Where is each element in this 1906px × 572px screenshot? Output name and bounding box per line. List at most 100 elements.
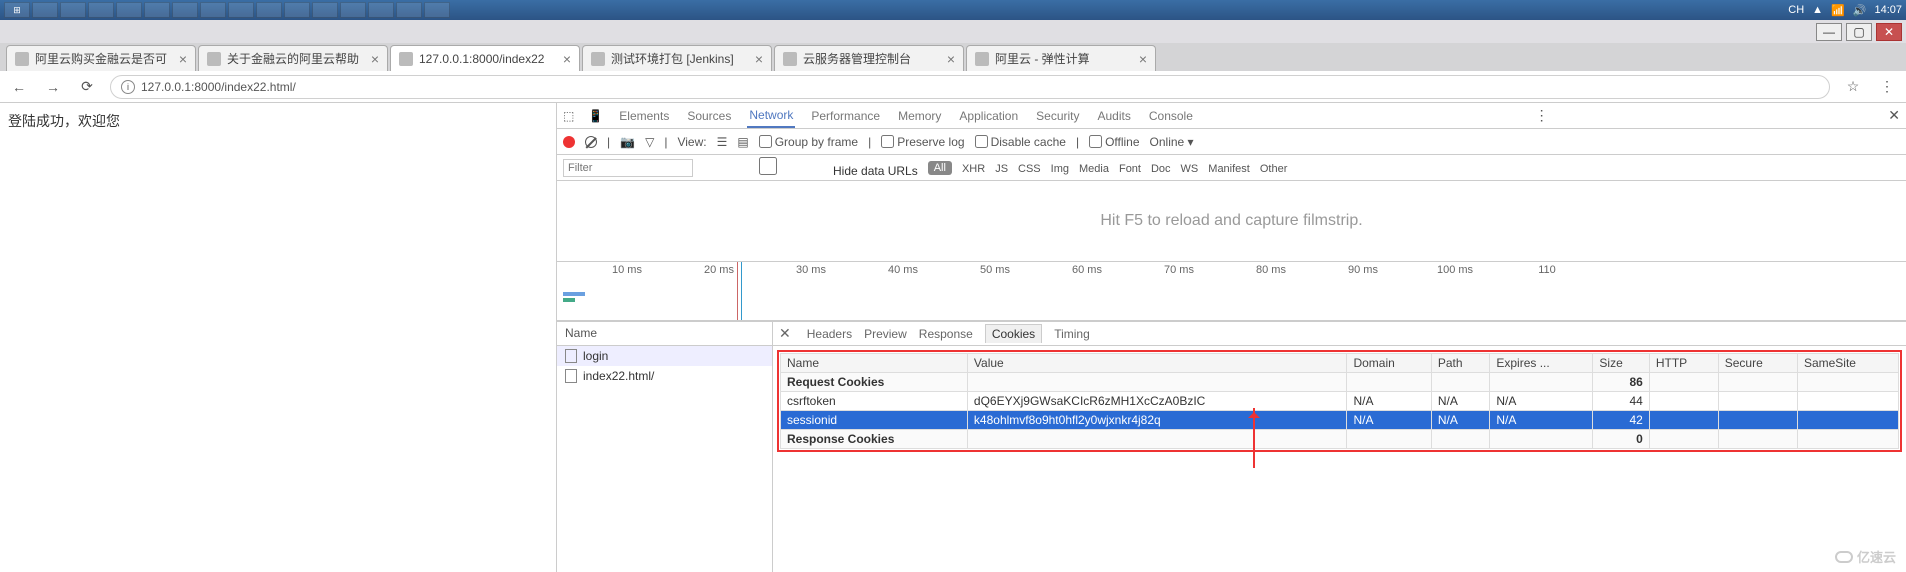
filter-type[interactable]: Manifest — [1208, 163, 1250, 175]
filter-type[interactable]: Img — [1051, 163, 1069, 175]
task-icon[interactable] — [396, 2, 422, 18]
start-button[interactable]: ⊞ — [4, 2, 30, 18]
tab-close-icon[interactable]: × — [1139, 51, 1147, 67]
filter-input[interactable] — [563, 159, 693, 177]
browser-tab[interactable]: 测试环境打包 [Jenkins]× — [582, 45, 772, 71]
close-detail-icon[interactable]: ✕ — [779, 325, 791, 342]
task-icon[interactable] — [172, 2, 198, 18]
tab-headers[interactable]: Headers — [807, 327, 852, 341]
clear-button[interactable] — [585, 136, 597, 148]
record-button[interactable] — [563, 136, 575, 148]
filter-type[interactable]: CSS — [1018, 163, 1041, 175]
devtools-more-icon[interactable]: ⋮ — [1535, 107, 1549, 124]
filter-type[interactable]: Doc — [1151, 163, 1171, 175]
hide-data-urls-checkbox[interactable]: Hide data URLs — [703, 157, 918, 178]
task-icon[interactable] — [116, 2, 142, 18]
task-icon[interactable] — [424, 2, 450, 18]
column-header[interactable]: Name — [781, 354, 968, 373]
filter-type[interactable]: WS — [1181, 163, 1199, 175]
task-icon[interactable] — [256, 2, 282, 18]
task-icon[interactable] — [60, 2, 86, 18]
table-row[interactable]: sessionidk48ohlmvf8o9ht0hfl2y0wjxnkr4j82… — [781, 411, 1899, 430]
site-info-icon[interactable]: i — [121, 80, 135, 94]
task-icon[interactable] — [228, 2, 254, 18]
close-button[interactable]: ✕ — [1876, 23, 1902, 41]
screenshot-icon[interactable]: 📷 — [620, 135, 635, 149]
forward-button[interactable]: → — [42, 76, 64, 98]
tab-network[interactable]: Network — [747, 104, 795, 128]
task-icon[interactable] — [144, 2, 170, 18]
system-tray[interactable]: CH ▲ 📶 🔊 14:07 — [1788, 4, 1902, 17]
bookmark-button[interactable]: ☆ — [1842, 76, 1864, 98]
disable-cache-checkbox[interactable]: Disable cache — [975, 135, 1066, 149]
filter-type[interactable]: JS — [995, 163, 1008, 175]
column-header[interactable]: SameSite — [1797, 354, 1898, 373]
browser-tab[interactable]: 阿里云 - 弹性计算× — [966, 45, 1156, 71]
tray-icon[interactable]: ▲ — [1812, 4, 1823, 16]
tray-icon[interactable]: CH — [1788, 4, 1804, 16]
tray-icon[interactable]: 🔊 — [1853, 4, 1867, 17]
request-item[interactable]: login — [557, 346, 772, 366]
group-by-frame-checkbox[interactable]: Group by frame — [759, 135, 858, 149]
browser-tab[interactable]: 127.0.0.1:8000/index22× — [390, 45, 580, 71]
view-small-icon[interactable]: ▤ — [737, 135, 748, 149]
task-icon[interactable] — [32, 2, 58, 18]
devtools-close-icon[interactable]: ✕ — [1888, 107, 1900, 124]
filter-type[interactable]: Other — [1260, 163, 1288, 175]
tab-performance[interactable]: Performance — [809, 105, 882, 127]
back-button[interactable]: ← — [8, 76, 30, 98]
tab-audits[interactable]: Audits — [1096, 105, 1133, 127]
column-header[interactable]: HTTP — [1649, 354, 1718, 373]
column-header[interactable]: Path — [1431, 354, 1490, 373]
task-icon[interactable] — [284, 2, 310, 18]
device-icon[interactable]: 📱 — [588, 109, 603, 123]
tab-application[interactable]: Application — [957, 105, 1020, 127]
table-row[interactable]: csrftokendQ6EYXj9GWsaKCIcR6zMH1XcCzA0BzI… — [781, 392, 1899, 411]
task-icon[interactable] — [312, 2, 338, 18]
inspect-icon[interactable]: ⬚ — [563, 109, 574, 123]
menu-button[interactable]: ⋮ — [1876, 76, 1898, 98]
tab-close-icon[interactable]: × — [563, 51, 571, 67]
tab-sources[interactable]: Sources — [685, 105, 733, 127]
column-header[interactable]: Domain — [1347, 354, 1431, 373]
tab-console[interactable]: Console — [1147, 105, 1195, 127]
column-header[interactable]: Value — [967, 354, 1347, 373]
name-column-header[interactable]: Name — [557, 322, 772, 346]
request-item[interactable]: index22.html/ — [557, 366, 772, 386]
browser-tab[interactable]: 云服务器管理控制台× — [774, 45, 964, 71]
tab-close-icon[interactable]: × — [179, 51, 187, 67]
tab-response[interactable]: Response — [919, 327, 973, 341]
browser-tab[interactable]: 关于金融云的阿里云帮助× — [198, 45, 388, 71]
maximize-button[interactable]: ▢ — [1846, 23, 1872, 41]
tab-memory[interactable]: Memory — [896, 105, 943, 127]
task-icon[interactable] — [340, 2, 366, 18]
clock[interactable]: 14:07 — [1874, 4, 1902, 16]
minimize-button[interactable]: — — [1816, 23, 1842, 41]
timeline[interactable]: 10 ms20 ms30 ms40 ms50 ms60 ms70 ms80 ms… — [557, 261, 1906, 321]
column-header[interactable]: Size — [1593, 354, 1649, 373]
tray-icon[interactable]: 📶 — [1831, 4, 1845, 17]
tab-elements[interactable]: Elements — [617, 105, 671, 127]
offline-checkbox[interactable]: Offline — [1089, 135, 1139, 149]
throttle-select[interactable]: Online ▾ — [1150, 135, 1194, 149]
task-icon[interactable] — [368, 2, 394, 18]
tab-preview[interactable]: Preview — [864, 327, 907, 341]
filter-type[interactable]: XHR — [962, 163, 985, 175]
filter-type[interactable]: Media — [1079, 163, 1109, 175]
column-header[interactable]: Secure — [1718, 354, 1797, 373]
view-large-icon[interactable]: ☰ — [717, 135, 728, 149]
task-icon[interactable] — [88, 2, 114, 18]
task-icon[interactable] — [200, 2, 226, 18]
filter-icon[interactable]: ▽ — [645, 135, 654, 149]
filter-type[interactable]: Font — [1119, 163, 1141, 175]
column-header[interactable]: Expires ... — [1490, 354, 1593, 373]
tab-timing[interactable]: Timing — [1054, 327, 1090, 341]
reload-button[interactable]: ⟳ — [76, 76, 98, 98]
filter-all[interactable]: All — [928, 161, 952, 175]
tab-close-icon[interactable]: × — [371, 51, 379, 67]
tab-cookies[interactable]: Cookies — [985, 324, 1042, 343]
tab-close-icon[interactable]: × — [947, 51, 955, 67]
preserve-log-checkbox[interactable]: Preserve log — [881, 135, 964, 149]
tab-close-icon[interactable]: × — [755, 51, 763, 67]
tab-security[interactable]: Security — [1034, 105, 1081, 127]
